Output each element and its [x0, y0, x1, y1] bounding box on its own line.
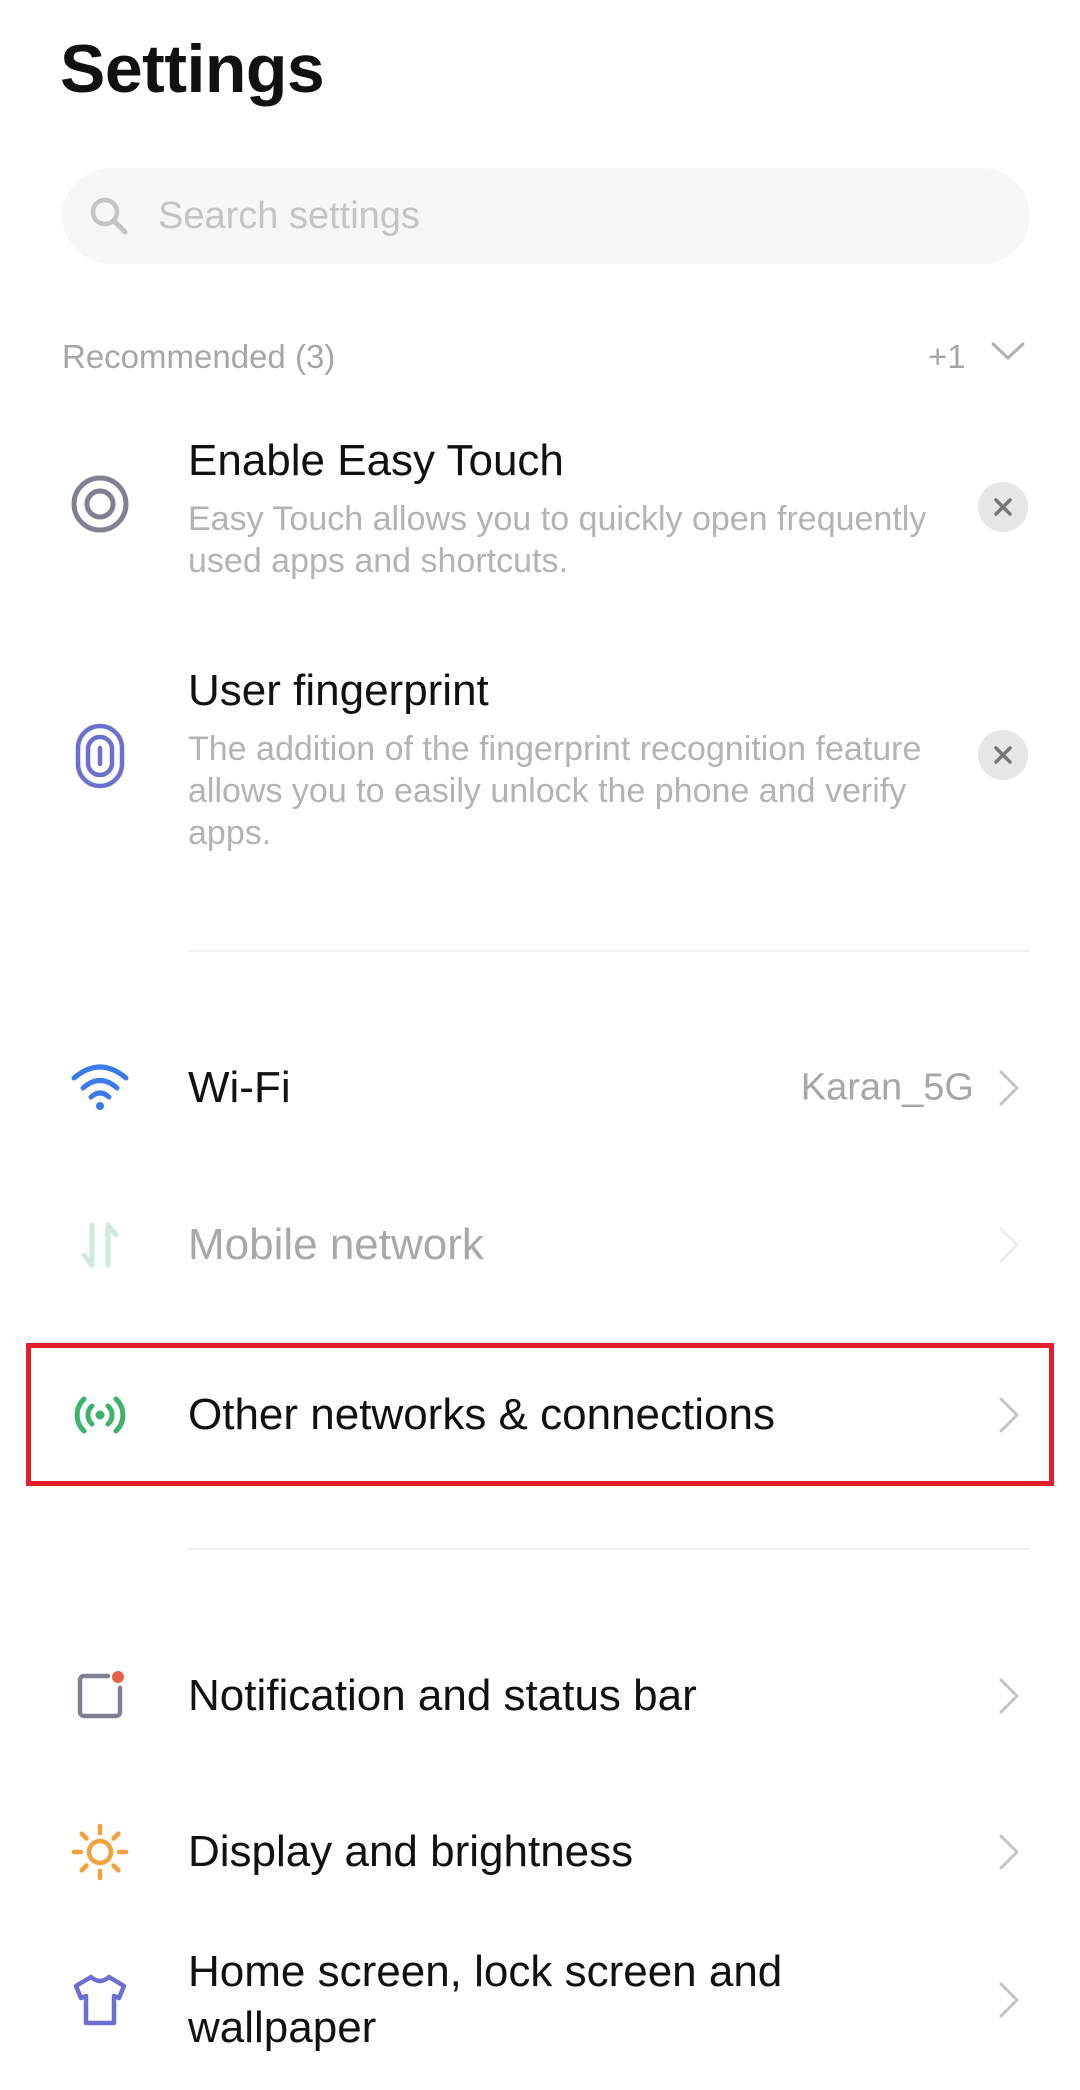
search-icon — [90, 197, 128, 235]
close-icon — [994, 746, 1012, 764]
fingerprint-icon — [75, 723, 125, 789]
wifi-icon — [68, 1056, 132, 1120]
settings-item-notifications[interactable]: Notification and status bar — [0, 1636, 1080, 1756]
recommendation-card-fingerprint[interactable]: User fingerprint The addition of the fin… — [0, 660, 1080, 860]
brightness-icon — [68, 1820, 132, 1884]
chevron-right-icon — [999, 1678, 1019, 1714]
search-placeholder: Search settings — [158, 194, 420, 237]
chevron-down-icon[interactable] — [990, 340, 1026, 364]
easy-touch-icon — [71, 475, 129, 533]
recommendation-description: Easy Touch allows you to quickly open fr… — [188, 500, 927, 580]
chevron-right-icon — [999, 1834, 1019, 1870]
search-bar[interactable]: Search settings — [62, 168, 1030, 264]
settings-item-home-screen[interactable]: Home screen, lock screen and wallpaper — [0, 1930, 1080, 2070]
notification-icon — [68, 1664, 132, 1728]
settings-item-label: Notification and status bar — [188, 1671, 697, 1720]
settings-item-mobile-network[interactable]: Mobile network — [0, 1185, 1080, 1305]
mobile-data-icon — [68, 1213, 132, 1277]
settings-item-label: Mobile network — [188, 1220, 484, 1269]
recommendation-card-easy-touch[interactable]: Enable Easy Touch Easy Touch allows you … — [0, 430, 1080, 600]
recommended-label: Recommended (3) — [62, 338, 336, 375]
settings-item-label: Display and brightness — [188, 1827, 634, 1876]
dismiss-button[interactable] — [978, 482, 1028, 532]
chevron-right-icon — [999, 1227, 1019, 1263]
theme-shirt-icon — [68, 1968, 132, 2032]
section-divider — [188, 1548, 1030, 1550]
chevron-right-icon — [999, 1982, 1019, 2018]
chevron-right-icon — [999, 1070, 1019, 1106]
settings-item-wifi[interactable]: Wi-Fi Karan_5G — [0, 1028, 1080, 1148]
page-title: Settings — [60, 31, 325, 107]
settings-item-label: Home screen, lock screen and wallpaper — [188, 1947, 783, 2052]
settings-item-label: Wi-Fi — [188, 1063, 291, 1112]
close-icon — [994, 498, 1012, 516]
dismiss-button[interactable] — [978, 730, 1028, 780]
recommended-more-count[interactable]: +1 — [928, 338, 966, 376]
wifi-network-name: Karan_5G — [800, 1066, 974, 1109]
recommendation-title: Enable Easy Touch — [188, 436, 564, 485]
settings-item-display[interactable]: Display and brightness — [0, 1792, 1080, 1912]
section-divider — [188, 950, 1030, 952]
highlight-box — [26, 1343, 1054, 1486]
recommendation-description: The addition of the fingerprint recognit… — [188, 730, 922, 852]
recommendation-title: User fingerprint — [188, 666, 489, 715]
